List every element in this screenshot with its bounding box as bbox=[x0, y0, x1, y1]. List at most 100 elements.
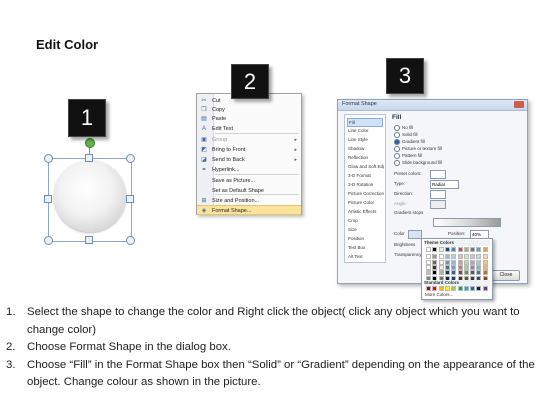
sidebar-item[interactable]: Alt Text bbox=[347, 253, 384, 262]
radio-button[interactable] bbox=[394, 131, 400, 138]
theme-color-swatch[interactable] bbox=[476, 247, 482, 252]
fill-option[interactable]: Solid fill bbox=[394, 131, 418, 138]
rotation-handle[interactable] bbox=[85, 138, 95, 148]
sidebar-item[interactable]: Line Style bbox=[347, 136, 384, 145]
theme-color-swatch[interactable] bbox=[470, 259, 476, 265]
context-menu-item[interactable]: Save as Picture... bbox=[197, 176, 301, 186]
sidebar-item[interactable]: Text Box bbox=[347, 244, 384, 253]
theme-color-swatch[interactable] bbox=[482, 254, 488, 260]
context-menu-item[interactable]: ▤ Paste bbox=[197, 114, 301, 124]
sidebar-item[interactable]: Size bbox=[347, 226, 384, 235]
theme-color-swatch[interactable] bbox=[451, 270, 457, 276]
theme-color-swatch[interactable] bbox=[432, 254, 438, 260]
sidebar-item[interactable]: 3-D Rotation bbox=[347, 181, 384, 190]
sidebar-item[interactable]: Shadow bbox=[347, 145, 384, 154]
theme-color-swatch[interactable] bbox=[457, 254, 463, 260]
standard-color-swatch[interactable] bbox=[438, 286, 444, 291]
theme-color-swatch[interactable] bbox=[482, 247, 488, 252]
color-picker-button[interactable] bbox=[408, 230, 422, 239]
resize-handle-bottom-right[interactable] bbox=[126, 236, 135, 245]
selected-circle-shape[interactable] bbox=[40, 138, 140, 250]
theme-color-swatch[interactable] bbox=[463, 270, 469, 276]
theme-color-swatch[interactable] bbox=[426, 270, 431, 276]
context-menu-item[interactable]: ◪ Send to Back ▸ bbox=[197, 155, 301, 165]
angle-field[interactable] bbox=[430, 200, 446, 209]
sidebar-item[interactable]: Artistic Effects bbox=[347, 208, 384, 217]
theme-color-swatch[interactable] bbox=[482, 270, 488, 276]
theme-color-swatch[interactable] bbox=[444, 247, 450, 252]
theme-color-swatch[interactable] bbox=[432, 270, 438, 276]
theme-color-swatch[interactable] bbox=[432, 247, 438, 252]
theme-color-swatch[interactable] bbox=[432, 264, 438, 270]
sidebar-item[interactable]: Picture Color bbox=[347, 199, 384, 208]
theme-color-swatch[interactable] bbox=[470, 270, 476, 276]
circle-shape[interactable] bbox=[54, 160, 126, 232]
standard-color-swatch[interactable] bbox=[432, 286, 438, 291]
theme-color-swatch[interactable] bbox=[444, 264, 450, 270]
theme-color-swatch[interactable] bbox=[470, 247, 476, 252]
theme-color-swatch[interactable] bbox=[451, 259, 457, 265]
theme-color-swatch[interactable] bbox=[482, 259, 488, 265]
fill-option[interactable]: Picture or texture fill bbox=[394, 145, 442, 152]
standard-color-swatch[interactable] bbox=[463, 286, 469, 291]
standard-color-swatch[interactable] bbox=[451, 286, 457, 291]
theme-color-swatch[interactable] bbox=[451, 254, 457, 260]
theme-color-swatch[interactable] bbox=[426, 259, 431, 265]
theme-color-swatch[interactable] bbox=[426, 264, 431, 270]
theme-color-swatch[interactable] bbox=[426, 247, 431, 252]
theme-color-swatch[interactable] bbox=[438, 259, 444, 265]
resize-handle-bottom-left[interactable] bbox=[44, 236, 53, 245]
gradient-stops-slider[interactable] bbox=[433, 218, 501, 227]
theme-color-swatch[interactable] bbox=[463, 254, 469, 260]
resize-handle-top[interactable] bbox=[85, 154, 93, 162]
sidebar-item[interactable]: Picture Corrections bbox=[347, 190, 384, 199]
theme-color-swatch[interactable] bbox=[444, 270, 450, 276]
theme-color-swatch[interactable] bbox=[476, 264, 482, 270]
standard-color-swatch[interactable] bbox=[476, 286, 482, 291]
standard-color-swatch[interactable] bbox=[444, 286, 450, 291]
fill-option[interactable]: Pattern fill bbox=[394, 152, 422, 159]
theme-color-swatch[interactable] bbox=[444, 259, 450, 265]
context-menu-item[interactable]: ◩ Bring to Front ▸ bbox=[197, 145, 301, 155]
theme-color-swatch[interactable] bbox=[470, 254, 476, 260]
fill-option[interactable]: Gradient fill bbox=[394, 138, 425, 145]
theme-color-swatch[interactable] bbox=[451, 264, 457, 270]
theme-color-swatch[interactable] bbox=[476, 259, 482, 265]
theme-color-swatch[interactable] bbox=[482, 264, 488, 270]
sidebar-item[interactable]: Crop bbox=[347, 217, 384, 226]
theme-color-swatch[interactable] bbox=[438, 254, 444, 260]
resize-handle-right[interactable] bbox=[126, 195, 134, 203]
resize-handle-top-right[interactable] bbox=[126, 154, 135, 163]
preset-colors-dropdown[interactable] bbox=[430, 170, 446, 179]
theme-color-swatch[interactable] bbox=[444, 254, 450, 260]
direction-dropdown[interactable] bbox=[430, 190, 446, 199]
theme-color-swatch[interactable] bbox=[457, 247, 463, 252]
theme-color-swatch[interactable] bbox=[463, 247, 469, 252]
theme-color-swatch[interactable] bbox=[463, 259, 469, 265]
theme-color-swatch[interactable] bbox=[438, 247, 444, 252]
standard-color-swatch[interactable] bbox=[470, 286, 476, 291]
context-menu-item[interactable]: ▣ Group ▸ bbox=[197, 135, 301, 145]
standard-color-swatch[interactable] bbox=[457, 286, 463, 291]
sidebar-item[interactable]: 3-D Format bbox=[347, 172, 384, 181]
close-icon[interactable] bbox=[514, 101, 524, 108]
sidebar-item[interactable]: Position bbox=[347, 235, 384, 244]
sidebar-item[interactable]: Line Color bbox=[347, 127, 384, 136]
close-button[interactable]: Close bbox=[492, 270, 520, 281]
radio-button[interactable] bbox=[394, 159, 400, 166]
theme-color-swatch[interactable] bbox=[457, 270, 463, 276]
fill-option[interactable]: No fill bbox=[394, 124, 413, 131]
sidebar-item[interactable]: Reflection bbox=[347, 154, 384, 163]
theme-color-swatch[interactable] bbox=[476, 254, 482, 260]
theme-color-swatch[interactable] bbox=[457, 264, 463, 270]
more-colors-link[interactable]: More Colors... bbox=[425, 292, 453, 297]
theme-color-swatch[interactable] bbox=[438, 270, 444, 276]
theme-color-swatch[interactable] bbox=[426, 254, 431, 260]
sidebar-item[interactable]: Fill bbox=[347, 118, 383, 127]
theme-color-swatch[interactable] bbox=[457, 259, 463, 265]
type-dropdown[interactable]: Radial bbox=[430, 180, 459, 189]
radio-button[interactable] bbox=[394, 145, 400, 152]
resize-handle-top-left[interactable] bbox=[44, 154, 53, 163]
theme-color-swatch[interactable] bbox=[476, 270, 482, 276]
standard-color-swatch[interactable] bbox=[482, 286, 488, 291]
